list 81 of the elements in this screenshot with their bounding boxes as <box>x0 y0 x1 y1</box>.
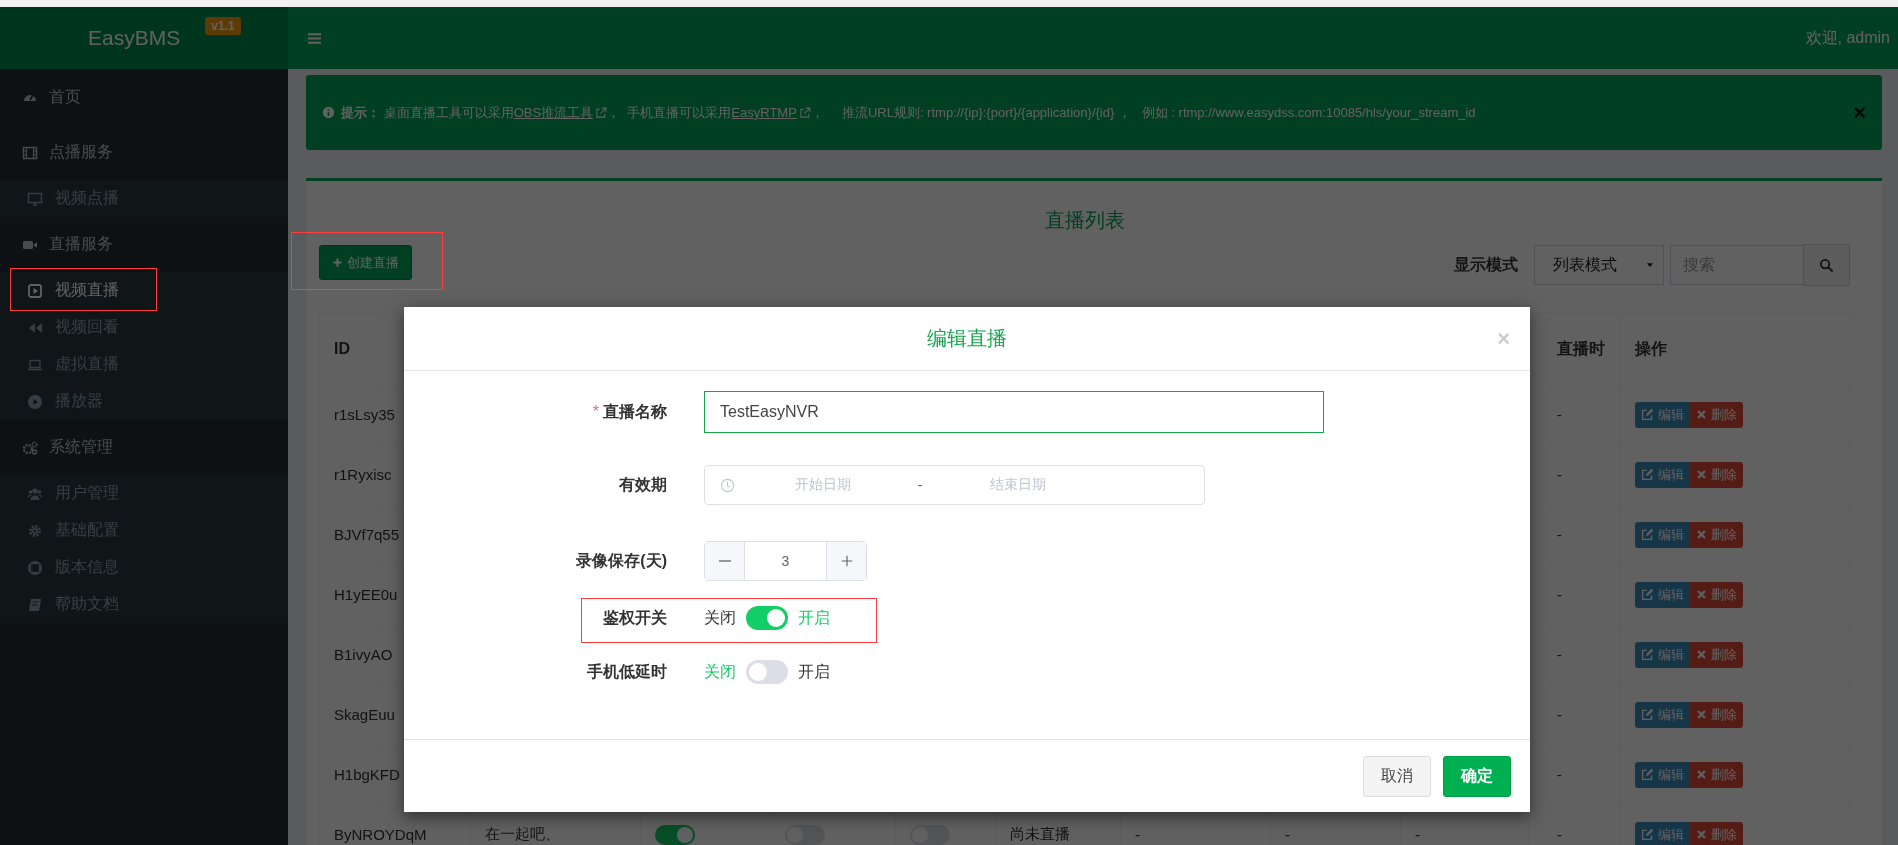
gear-icon <box>27 522 43 539</box>
version-badge: v1.1 <box>205 17 241 35</box>
delete-button[interactable]: 删除 <box>1690 821 1743 845</box>
pencil-icon <box>1641 408 1654 421</box>
play-square-icon <box>27 282 43 299</box>
menu-button[interactable] <box>307 30 322 46</box>
pencil-icon <box>1641 708 1654 721</box>
switch-off-label: 关闭 <box>704 661 736 682</box>
monitor-icon <box>27 190 43 207</box>
cross-icon <box>1696 769 1707 780</box>
link[interactable]: OBS推流工具 <box>513 104 608 120</box>
delete-button[interactable]: 删除 <box>1690 701 1743 728</box>
column-header: 操作 <box>1621 313 1851 385</box>
users-icon <box>27 485 43 502</box>
field-label: * 直播名称 <box>592 401 667 422</box>
edit-button[interactable]: 编辑 <box>1635 401 1690 428</box>
delete-button[interactable]: 删除 <box>1690 581 1743 608</box>
close-button[interactable]: × <box>1497 325 1510 352</box>
welcome-text: 欢迎, admin <box>1805 27 1890 48</box>
external-link-icon <box>595 106 608 119</box>
pencil-icon <box>1641 528 1654 541</box>
cross-icon <box>1696 709 1707 720</box>
pencil-icon <box>1641 468 1654 481</box>
field-label: 录像保存(天) <box>576 550 667 571</box>
pencil-icon <box>1641 828 1654 841</box>
edit-button[interactable]: 编辑 <box>1635 821 1690 845</box>
pencil-icon <box>1641 768 1654 781</box>
cross-icon <box>1696 469 1707 480</box>
edit-button[interactable]: 编辑 <box>1635 521 1690 548</box>
book-icon <box>27 596 43 613</box>
clock-icon <box>720 477 735 493</box>
field-label: 鉴权开关 <box>603 607 667 628</box>
cross-icon <box>1696 589 1707 600</box>
alert-message: 提示： 桌面直播工具可以采用OBS推流工具 ， 手机直播可以采用EasyRTMP ， 推流URL规则: rtmp://{ip}:{port}/{application}/{id} ， 例如 : rtmp://www.easydss.com:10085/hls/your_stream_id <box>341 103 1476 122</box>
edit-button[interactable]: 编辑 <box>1635 581 1690 608</box>
cross-icon <box>1696 829 1707 840</box>
delete-button[interactable]: 删除 <box>1690 761 1743 788</box>
cross-icon <box>1696 529 1707 540</box>
close-button[interactable]: × <box>1853 99 1866 126</box>
plus-icon <box>332 257 343 268</box>
cancel-button[interactable]: 取消 <box>1363 755 1431 797</box>
edit-button[interactable]: 编辑 <box>1635 641 1690 668</box>
app-logo-text: EasyBMS <box>88 26 181 50</box>
sidebar-subitem[interactable]: 视频直播 <box>0 272 288 309</box>
edit-button[interactable]: 编辑 <box>1635 761 1690 788</box>
cross-icon <box>1696 409 1707 420</box>
play-circle-icon <box>27 393 43 410</box>
toggle-switch[interactable] <box>746 606 788 631</box>
view-mode-select[interactable]: 列表模式 <box>1534 245 1664 285</box>
delete-button[interactable]: 删除 <box>1690 401 1743 428</box>
search-icon <box>1819 257 1834 273</box>
switch-on-label: 开启 <box>798 661 830 682</box>
delete-button[interactable]: 删除 <box>1690 641 1743 668</box>
gears-icon <box>22 439 38 456</box>
edit-button[interactable]: 编辑 <box>1635 701 1690 728</box>
confirm-button[interactable]: 确定 <box>1443 755 1511 797</box>
field-label: 手机低延时 <box>587 661 667 682</box>
date-range-field[interactable]: 开始日期 - 结束日期 <box>704 465 1205 506</box>
pencil-icon <box>1641 648 1654 661</box>
panel-title: 直播列表 <box>1043 208 1126 233</box>
delete-button[interactable]: 删除 <box>1690 521 1743 548</box>
delete-button[interactable]: 删除 <box>1690 461 1743 488</box>
switch-on-label: 开启 <box>798 607 830 628</box>
info-icon <box>322 106 335 119</box>
name-input[interactable]: TestEasyNVR <box>704 391 1324 434</box>
toggle-switch[interactable] <box>655 824 695 845</box>
search-button[interactable] <box>1803 244 1850 286</box>
switch-off-label: 关闭 <box>704 607 736 628</box>
pencil-icon <box>1641 588 1654 601</box>
dialog-title: 编辑直播 <box>927 326 1007 352</box>
field-label: 有效期 <box>619 474 667 495</box>
film-icon <box>22 144 38 161</box>
external-link-icon <box>798 106 811 119</box>
cross-icon <box>1696 649 1707 660</box>
edit-button[interactable]: 编辑 <box>1635 461 1690 488</box>
view-mode-label: 显示模式 <box>1454 254 1518 275</box>
lifebuoy-icon <box>27 559 43 576</box>
toggle-switch[interactable] <box>746 660 788 685</box>
create-button[interactable]: 创建直播 <box>319 245 412 280</box>
menu-icon <box>307 30 322 46</box>
link[interactable]: EasyRTMP <box>731 104 811 120</box>
